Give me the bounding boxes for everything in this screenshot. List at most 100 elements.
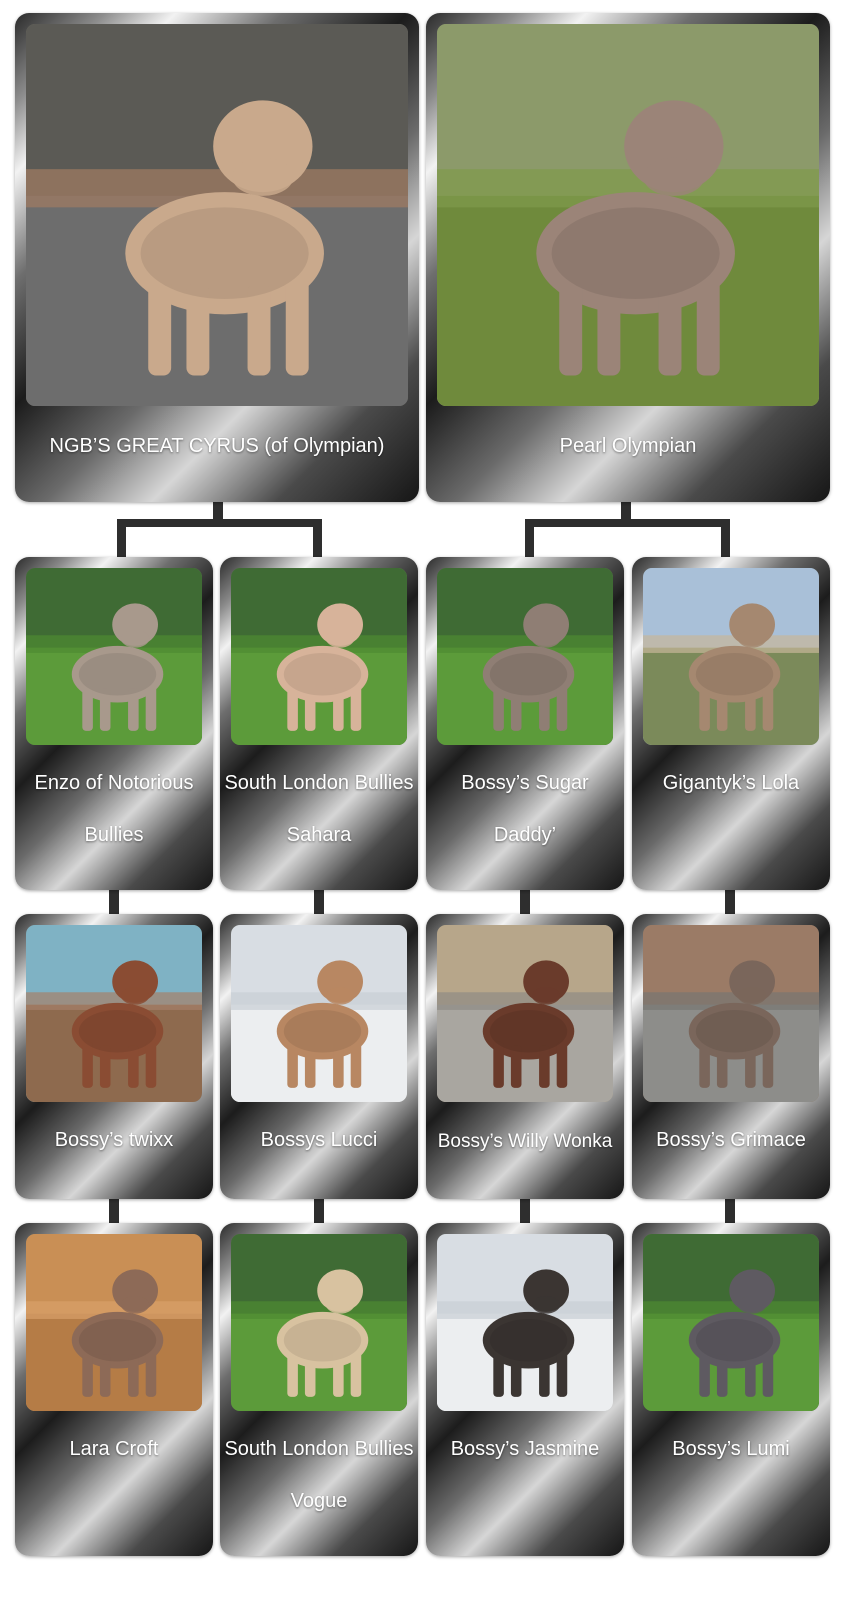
dog-leg (287, 1041, 298, 1088)
dog-photo (437, 925, 613, 1102)
dog-shading (283, 1318, 362, 1362)
dog-leg (148, 276, 172, 376)
dog-photo (437, 24, 819, 406)
litter-card[interactable]: South London Bullies Sahara (220, 557, 418, 890)
dog-leg (128, 1354, 139, 1397)
connector (525, 519, 534, 557)
dog-leg (745, 1354, 756, 1397)
dog-leg (699, 1350, 710, 1397)
dog-leg (285, 276, 309, 376)
connector (117, 519, 322, 527)
dog-shading (283, 1009, 362, 1053)
dog-leg (493, 1350, 504, 1397)
dog-leg (128, 1045, 139, 1088)
dog-leg (287, 1350, 298, 1397)
dog-photo (231, 1234, 407, 1411)
dog-shading (78, 1318, 157, 1362)
dog-name: Bossy’s Jasmine (450, 1438, 600, 1460)
dog-leg (539, 1354, 550, 1397)
litter-card[interactable]: Gigantyk’s Lola (632, 557, 830, 890)
dog-leg (145, 684, 157, 731)
litter-card[interactable]: Bossy’s Willy Wonka (426, 914, 624, 1199)
dog-name: Bossys Lucci (260, 1129, 378, 1151)
dog-leg (287, 684, 298, 731)
dog-photo (643, 925, 819, 1102)
connector (520, 1199, 530, 1223)
dog-muzzle (326, 1295, 355, 1314)
dog-photo (26, 925, 202, 1102)
dog-muzzle (121, 629, 150, 648)
dog-shading (489, 1009, 568, 1053)
dog-leg (128, 688, 139, 731)
dog-name: Bossy’s Willy Wonka (437, 1131, 613, 1152)
dog-photo-art (437, 925, 613, 1102)
connector (109, 890, 119, 914)
dog-name: Gigantyk’s Lola (662, 772, 800, 794)
connector (520, 890, 530, 914)
litter-card[interactable]: Bossy’s Grimace (632, 914, 830, 1199)
dog-leg (493, 1041, 504, 1088)
dog-shading (695, 1318, 774, 1362)
litter-card[interactable]: Bossy’s Sugar Daddy’ (426, 557, 624, 890)
connector (313, 519, 322, 557)
litter-card[interactable]: South London Bullies Vogue (220, 1223, 418, 1556)
dog-photo-art (26, 568, 202, 745)
litter-card[interactable]: Lara Croft (15, 1223, 213, 1556)
dog-photo-art (437, 1234, 613, 1411)
dog-name: Enzo of Notorious Bullies (34, 772, 194, 846)
dog-leg (559, 276, 583, 376)
dog-name: Bossy’s Sugar Daddy’ (461, 772, 589, 846)
dog-photo-art (26, 925, 202, 1102)
dog-photo-art (643, 568, 819, 745)
parent-card-sire[interactable]: NGB’S GREAT CYRUS (of Olympian) (15, 13, 419, 502)
dog-photo-art (26, 24, 408, 406)
litter-card[interactable]: Bossy’s twixx (15, 914, 213, 1199)
dog-muzzle (121, 986, 150, 1005)
connector (109, 1199, 119, 1223)
dog-name: NGB’S GREAT CYRUS (of Olympian) (49, 435, 385, 457)
dog-muzzle (121, 1295, 150, 1314)
litter-card[interactable]: Bossy’s Lumi (632, 1223, 830, 1556)
litter-card[interactable]: Enzo of Notorious Bullies (15, 557, 213, 890)
dog-shading (695, 1009, 774, 1053)
dog-shading (551, 207, 720, 300)
dog-leg (82, 1041, 93, 1088)
dog-photo-art (231, 568, 407, 745)
dog-photo (26, 1234, 202, 1411)
dog-leg (145, 1350, 157, 1397)
dog-photo (643, 568, 819, 745)
dog-photo (26, 24, 408, 406)
dog-leg (333, 1354, 344, 1397)
dog-photo-art (643, 925, 819, 1102)
dog-muzzle (532, 986, 561, 1005)
dog-photo-art (231, 925, 407, 1102)
dog-leg (556, 684, 568, 731)
dog-muzzle (326, 629, 355, 648)
dog-name: Pearl Olympian (559, 435, 697, 457)
dog-shading (489, 652, 568, 696)
dog-shading (489, 1318, 568, 1362)
dog-photo-art (437, 24, 819, 406)
dog-leg (350, 1041, 362, 1088)
dog-photo (437, 568, 613, 745)
dog-photo-art (26, 1234, 202, 1411)
litter-card[interactable]: Bossy’s Jasmine (426, 1223, 624, 1556)
dog-muzzle (532, 1295, 561, 1314)
dog-photo (231, 925, 407, 1102)
dog-leg (745, 1045, 756, 1088)
connector (314, 1199, 324, 1223)
dog-leg (82, 1350, 93, 1397)
dog-shading (695, 652, 774, 696)
litter-card[interactable]: Bossys Lucci (220, 914, 418, 1199)
parent-card-dam[interactable]: Pearl Olympian (426, 13, 830, 502)
dog-leg (699, 1041, 710, 1088)
dog-leg (333, 688, 344, 731)
dog-leg (350, 684, 362, 731)
dog-leg (745, 688, 756, 731)
dog-photo (437, 1234, 613, 1411)
dog-name: South London Bullies Vogue (224, 1438, 414, 1512)
dog-leg (556, 1041, 568, 1088)
dog-muzzle (232, 157, 294, 196)
dog-name: Bossy’s Grimace (656, 1129, 806, 1151)
dog-photo-art (643, 1234, 819, 1411)
